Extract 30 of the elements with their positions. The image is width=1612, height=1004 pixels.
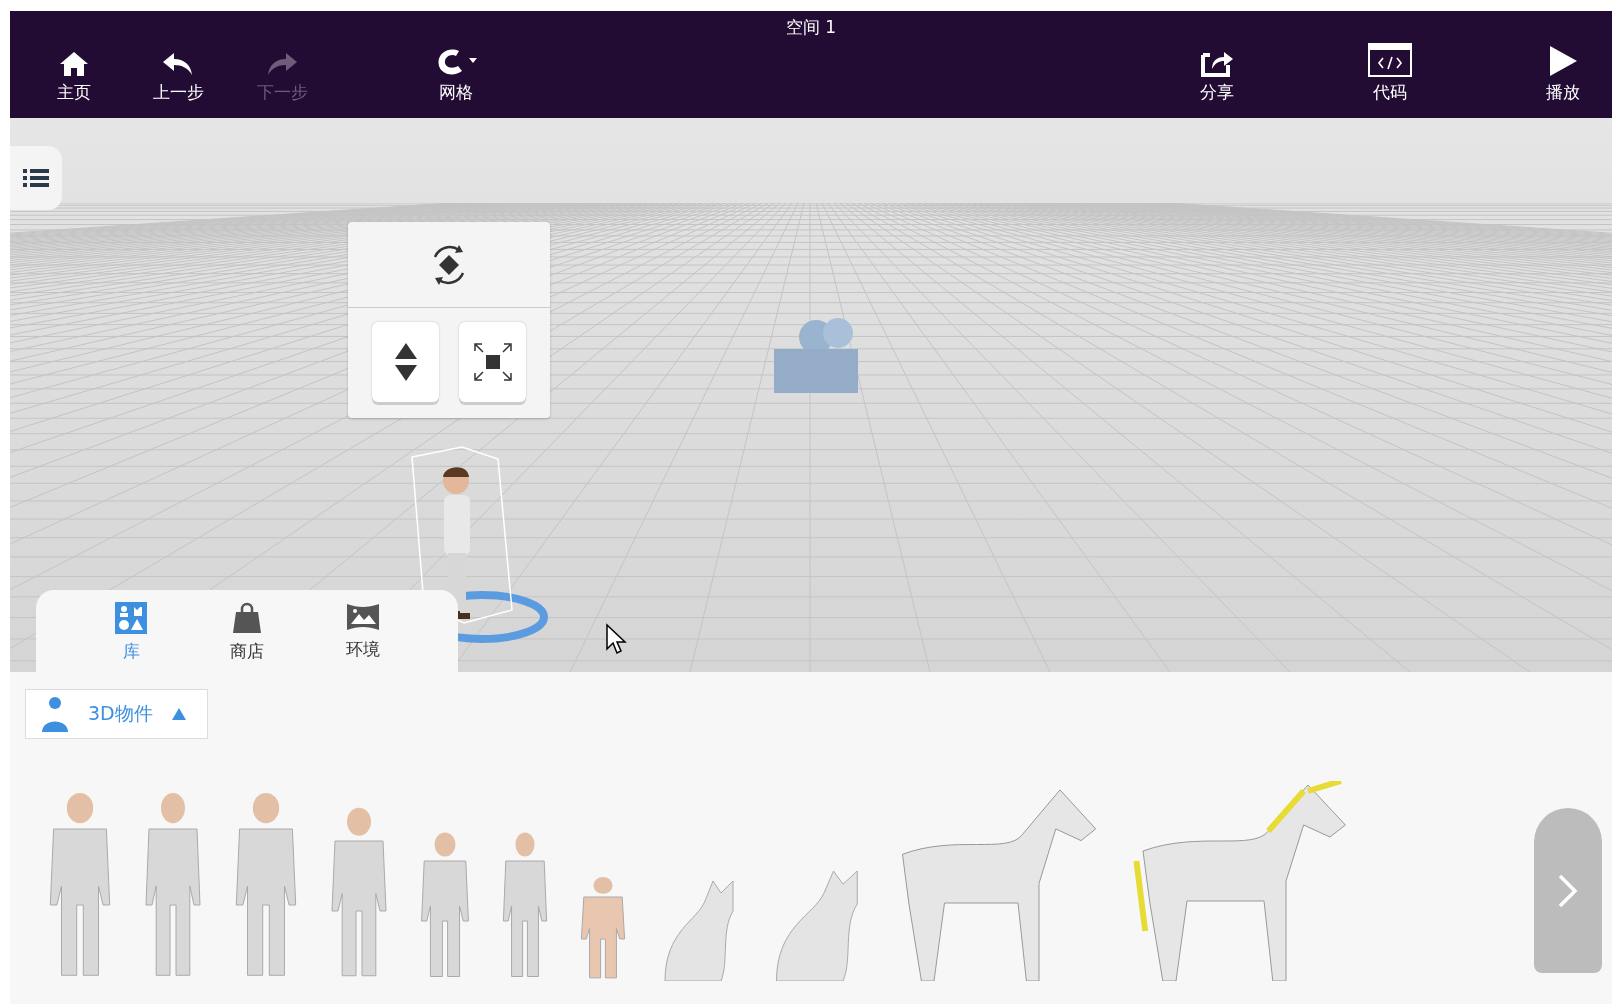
camera-object[interactable] [772, 315, 858, 395]
home-icon [59, 51, 89, 77]
library-tab[interactable]: 环境 [328, 602, 398, 672]
redo-icon [266, 51, 298, 77]
move-vertical-button[interactable] [372, 322, 439, 402]
undo-icon [162, 51, 194, 77]
3d-scene-viewport[interactable]: 库 商店 环境 [10, 118, 1612, 672]
play-button[interactable]: 播放 [1534, 45, 1592, 104]
baby-model[interactable] [579, 876, 627, 981]
landscape-icon [346, 602, 380, 632]
chevron-right-icon [1557, 872, 1579, 909]
play-icon [1548, 45, 1578, 77]
library-tab[interactable]: 商店 [212, 602, 282, 672]
scene-list-button[interactable] [10, 146, 62, 210]
home-button[interactable]: 主页 [45, 51, 103, 104]
list-icon [23, 167, 49, 189]
share-button[interactable]: 分享 [1188, 47, 1246, 104]
person-icon [40, 696, 70, 732]
code-button[interactable]: 代码 [1361, 43, 1419, 104]
scale-icon [472, 342, 513, 382]
scale-button[interactable] [459, 322, 526, 402]
mouse-cursor [605, 623, 627, 655]
up-down-arrows-icon [393, 342, 418, 382]
grid-snap-button[interactable]: 网格 [427, 47, 485, 104]
next-page-button[interactable] [1534, 808, 1602, 973]
undo-button[interactable]: 上一步 [149, 51, 207, 104]
code-icon [1368, 43, 1412, 77]
shapes-grid-icon [115, 602, 147, 634]
shopping-bag-icon [231, 602, 263, 634]
window-title: 空间 1 [785, 16, 837, 39]
